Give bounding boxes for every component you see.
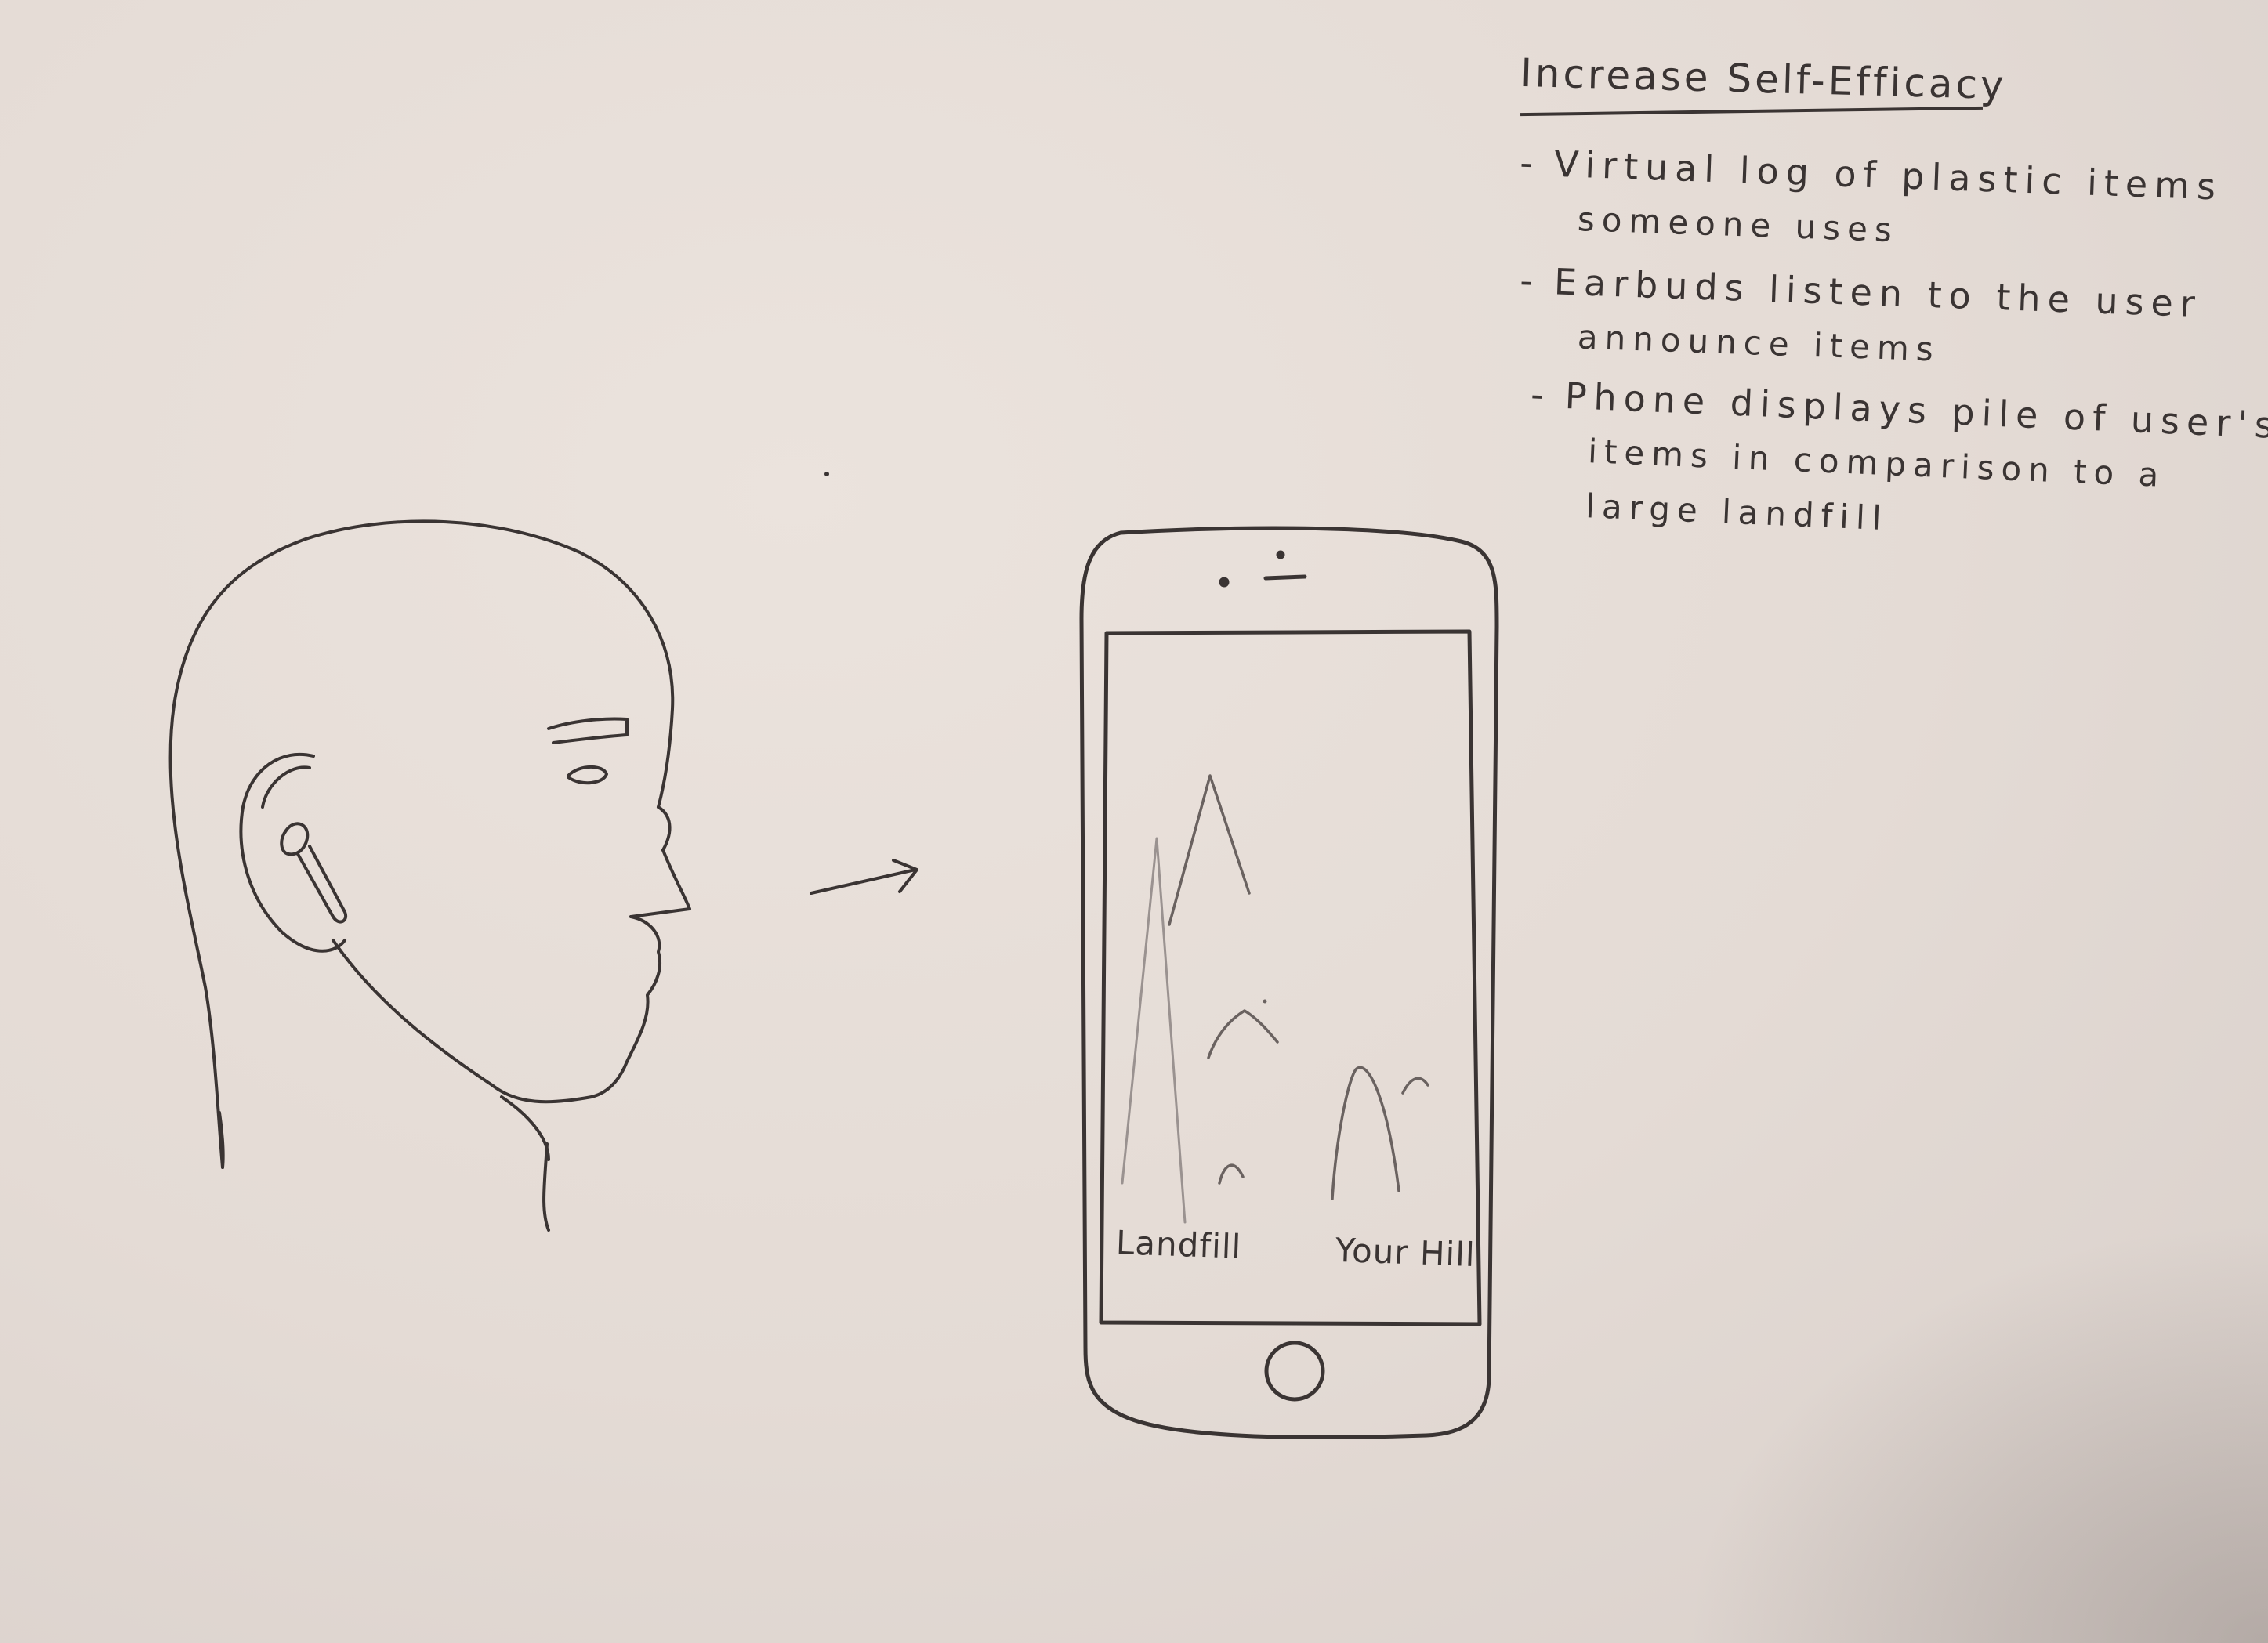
note-bullet-phone-display: - Phone displays pile of user's items in … [1525,367,2268,563]
phone-sketch [1079,526,1499,1439]
bullet-dash: - [1519,259,1542,302]
screen-peaks [1121,774,1429,1224]
small-peak [1207,1009,1279,1059]
landfill-peak-2 [1168,774,1251,926]
landfill-label: Landfill [1115,1223,1243,1266]
face-features [547,717,629,785]
stray-dot [824,472,829,476]
bullet-dash: - [1530,373,1552,417]
arrow-right-icon [810,859,918,895]
your-hill-peak [1331,1066,1400,1200]
earbud-icon [280,822,348,924]
your-hill-label: Your Hill [1335,1230,1476,1275]
bullet-dash: - [1519,141,1542,185]
your-hill-small-peak [1401,1077,1429,1095]
home-button-icon [1264,1341,1325,1402]
peak-dot [1263,999,1267,1004]
tiny-peak [1218,1163,1245,1185]
landfill-peak [1121,837,1187,1224]
